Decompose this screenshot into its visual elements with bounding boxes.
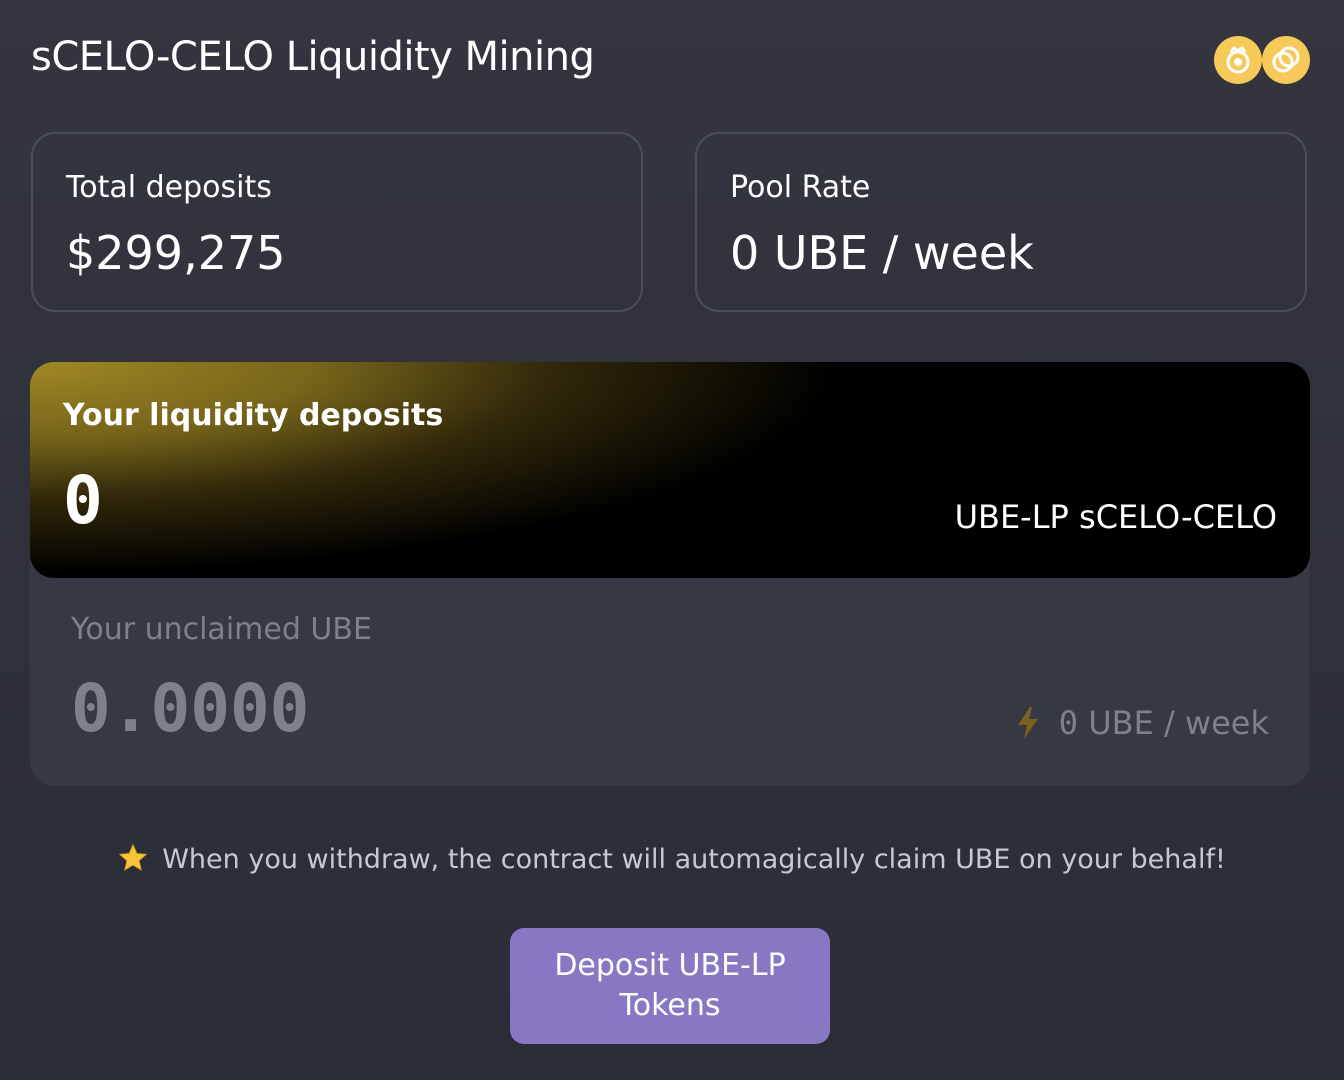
liquidity-token-name: UBE-LP sCELO-CELO — [954, 498, 1277, 536]
unclaimed-ube-label: Your unclaimed UBE — [71, 612, 372, 647]
scelo-token-icon — [1214, 36, 1262, 84]
pool-rate-card: Pool Rate 0 UBE / week — [695, 132, 1307, 312]
pool-rate-label: Pool Rate — [730, 170, 871, 205]
liquidity-deposits-card: Your liquidity deposits 0 UBE-LP sCELO-C… — [30, 362, 1310, 578]
withdraw-note-text: When you withdraw, the contract will aut… — [162, 844, 1226, 875]
total-deposits-value: $299,275 — [66, 226, 286, 280]
unclaimed-rate-value: 0 — [1058, 704, 1079, 742]
star-icon — [118, 843, 148, 873]
unclaimed-ube-value: 0.0000 — [71, 670, 310, 747]
unclaimed-rate: 0 UBE / week — [1015, 704, 1269, 742]
token-pair-icons — [1214, 36, 1310, 84]
total-deposits-label: Total deposits — [66, 170, 272, 205]
deposit-button[interactable]: Deposit UBE-LP Tokens — [510, 928, 830, 1044]
unclaimed-rate-unit: UBE / week — [1078, 704, 1269, 742]
pool-rate-value: 0 UBE / week — [730, 226, 1034, 280]
liquidity-deposits-label: Your liquidity deposits — [63, 398, 444, 433]
liquidity-mining-page: sCELO-CELO Liquidity Mining Total deposi… — [0, 0, 1344, 1080]
withdraw-note: When you withdraw, the contract will aut… — [0, 843, 1344, 875]
lightning-icon — [1015, 706, 1041, 740]
celo-token-icon — [1262, 36, 1310, 84]
unclaimed-rate-text: 0 UBE / week — [1059, 704, 1269, 742]
page-title: sCELO-CELO Liquidity Mining — [31, 34, 595, 80]
liquidity-deposits-value: 0 — [63, 462, 103, 539]
unclaimed-ube-card: Your unclaimed UBE 0.0000 0 UBE / week — [30, 560, 1310, 786]
total-deposits-card: Total deposits $299,275 — [31, 132, 643, 312]
